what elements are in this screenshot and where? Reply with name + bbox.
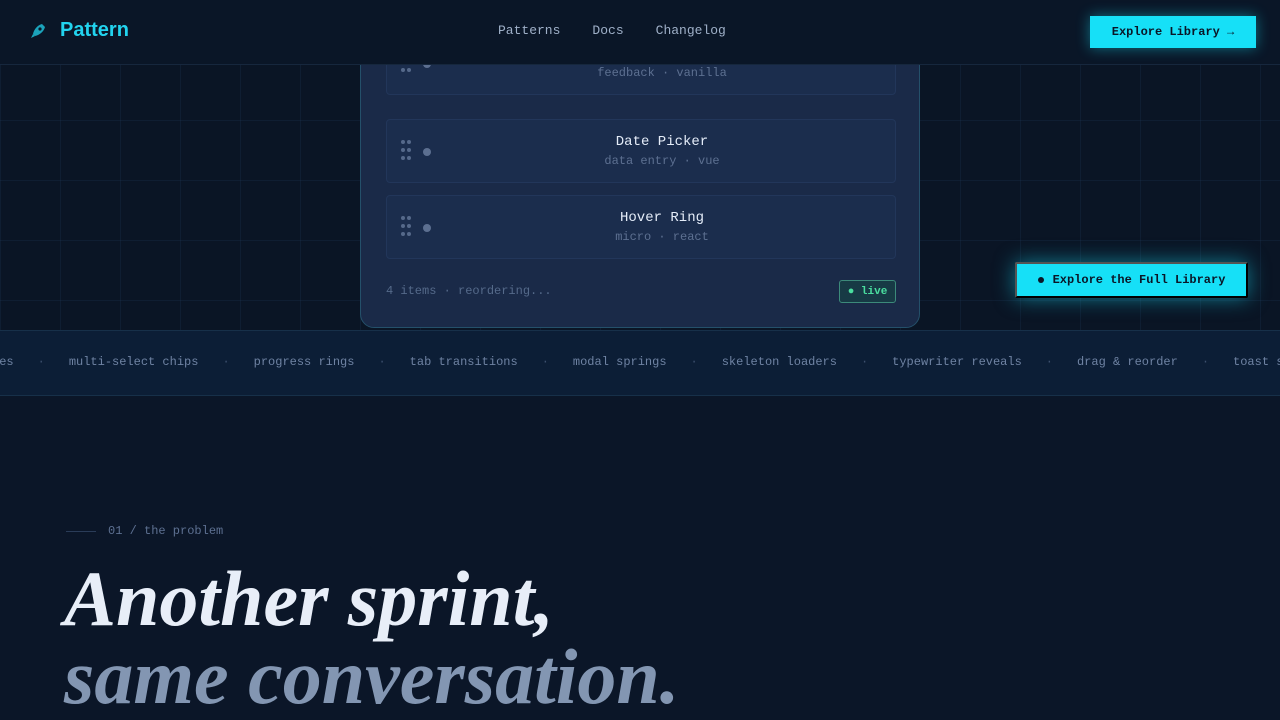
headline-line-2: same conversation. bbox=[64, 633, 680, 720]
marquee-separator: · bbox=[541, 355, 549, 369]
marquee-item: drag & reorder bbox=[1076, 355, 1178, 369]
pattern-marquee: ves · multi-select chips · progress rings · ta… bbox=[0, 330, 1280, 396]
item-meta: data entry · vue bbox=[604, 154, 720, 168]
eyebrow-label: 01 / the problem bbox=[108, 524, 224, 538]
section-eyebrow: 01 / the problem bbox=[66, 524, 223, 538]
section-headline: Another sprint, same conversation. bbox=[64, 560, 679, 716]
marquee-separator: · bbox=[690, 355, 698, 369]
top-nav: Pattern Patterns Docs Changelog Explore … bbox=[0, 0, 1280, 65]
marquee-item: progress rings bbox=[253, 355, 355, 369]
marquee-item: toast st bbox=[1233, 355, 1280, 369]
item-title: Date Picker bbox=[615, 134, 709, 150]
explore-full-library-button[interactable]: Explore the Full Library bbox=[1015, 262, 1248, 298]
nav-links: Patterns Docs Changelog bbox=[498, 23, 758, 38]
marquee-separator: · bbox=[1201, 355, 1210, 369]
explore-full-library-label: Explore the Full Library bbox=[1052, 273, 1226, 287]
rocket-icon bbox=[31, 23, 45, 38]
marquee-item: multi-select chips bbox=[68, 355, 199, 369]
marquee-item: skeleton loaders bbox=[721, 355, 837, 369]
nav-link-patterns[interactable]: Patterns bbox=[498, 23, 560, 38]
marquee-item: typewriter reveals bbox=[892, 355, 1022, 369]
item-meta: micro · react bbox=[615, 230, 709, 244]
headline-line-1: Another sprint, bbox=[64, 555, 554, 642]
card-status-text: 4 items · reordering... bbox=[386, 284, 552, 298]
marquee-separator: · bbox=[37, 355, 45, 369]
marquee-separator: · bbox=[378, 355, 386, 369]
marquee-separator: · bbox=[860, 355, 869, 369]
reorder-demo-card: feedback · vanilla Date Picker data entr… bbox=[360, 20, 920, 328]
brand-logo[interactable]: Pattern bbox=[28, 19, 129, 42]
nav-link-docs[interactable]: Docs bbox=[592, 23, 623, 38]
dot-icon bbox=[1037, 277, 1044, 283]
list-item[interactable]: Hover Ring micro · react bbox=[386, 195, 896, 259]
list-item[interactable]: Date Picker data entry · vue bbox=[386, 119, 896, 183]
brand-name: Pattern bbox=[60, 19, 129, 41]
nav-link-changelog[interactable]: Changelog bbox=[656, 23, 726, 38]
marquee-track: ves · multi-select chips · progress rings · ta… bbox=[0, 355, 1280, 369]
eyebrow-line bbox=[66, 530, 96, 532]
item-meta: feedback · vanilla bbox=[597, 66, 727, 80]
marquee-separator: · bbox=[1045, 355, 1053, 369]
item-title: Hover Ring bbox=[619, 210, 704, 226]
marquee-item: modal springs bbox=[572, 355, 667, 369]
live-badge: ● live bbox=[839, 280, 896, 303]
explore-library-button[interactable]: Explore Library → bbox=[1090, 16, 1256, 48]
marquee-item: ves bbox=[0, 355, 14, 369]
marquee-item: tab transitions bbox=[409, 355, 518, 369]
marquee-separator: · bbox=[222, 355, 230, 369]
